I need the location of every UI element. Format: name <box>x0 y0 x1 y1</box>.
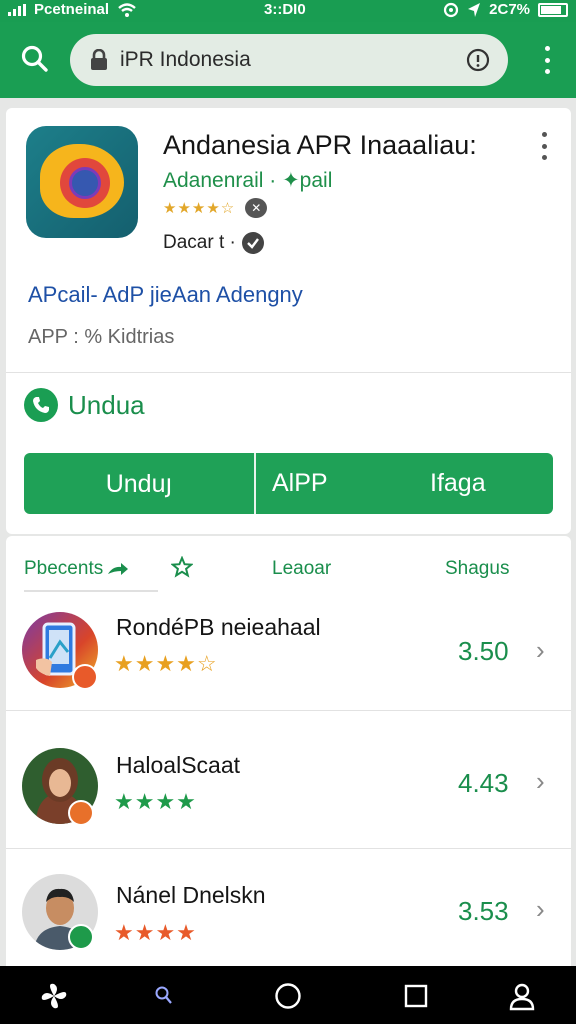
item-stars: ★★★★☆ <box>114 651 218 676</box>
app-logo <box>26 126 138 238</box>
divider <box>6 372 571 373</box>
browser-app-bar: iPR Indonesia <box>0 22 576 98</box>
carrier-name: Pcetneinal <box>34 1 110 18</box>
item-stars: ★★★★ <box>114 789 197 814</box>
star-outline-icon <box>171 556 193 578</box>
battery-percent: 2C7% <box>489 1 530 18</box>
tab-bar: Pbecents Leaoar Shagus <box>6 536 571 594</box>
status-left: Pcetneinal <box>8 1 137 18</box>
status-right: 2C7% <box>443 1 568 18</box>
sync-icon <box>444 2 459 17</box>
sub-label: Dacar t · <box>163 232 236 253</box>
divider <box>6 848 571 849</box>
age-badge-icon: ✕ <box>245 198 268 218</box>
item-name: Nánel Dnelskn <box>116 882 266 908</box>
url-bar[interactable]: iPR Indonesia <box>70 34 508 86</box>
square-recents-icon[interactable] <box>400 980 432 1012</box>
check-badge-icon <box>68 924 94 950</box>
tab-recent-label: Pbecents <box>24 558 104 579</box>
app-tagline[interactable]: APcail- AdP jieAan Adengny <box>28 282 303 308</box>
install-label-row: Undua <box>24 388 145 422</box>
signal-icon <box>8 3 26 16</box>
developer-link[interactable]: Adanenrail · ✦pail <box>163 168 332 193</box>
app-detail-card: Andanesia APR Inaaaliau: Adanenrail · ✦p… <box>6 108 571 534</box>
rating-row: ★★★★☆ ✕ <box>163 198 268 218</box>
tab-shares[interactable]: Shagus <box>445 558 509 580</box>
download-button[interactable]: Unduյ <box>24 453 256 514</box>
install-label: Undua <box>68 389 145 420</box>
check-icon <box>241 232 264 254</box>
status-time: 3::DI0 <box>264 1 306 18</box>
list-item[interactable]: RondéPB neieahaal ★★★★☆ 3.50 › <box>6 594 571 732</box>
app-meta: APP : % Kidtrias <box>28 326 175 348</box>
list-item[interactable]: HaloalScaat ★★★★ 4.43 › <box>6 732 571 870</box>
arrow-icon <box>108 563 129 575</box>
status-bar: Pcetneinal 3::DI0 2C7% <box>0 0 576 22</box>
share-button[interactable]: Ifaga <box>386 453 553 514</box>
chevron-right-icon[interactable]: › <box>536 635 545 666</box>
sub-row: Dacar t · <box>163 232 264 254</box>
tab-indicator <box>24 590 158 592</box>
chevron-right-icon[interactable]: › <box>536 894 545 925</box>
lock-icon <box>91 49 107 70</box>
tab-leaders[interactable]: Leaoar <box>272 558 331 580</box>
item-score: 3.53 <box>458 896 509 926</box>
phone-icon <box>24 388 58 422</box>
pinwheel-icon[interactable] <box>38 980 70 1012</box>
app-more-icon[interactable] <box>539 132 549 160</box>
item-score: 3.50 <box>458 636 509 666</box>
tab-favorites[interactable] <box>171 556 193 578</box>
item-name: RondéPB neieahaal <box>116 614 321 640</box>
wifi-icon <box>118 2 136 17</box>
action-button-group: Unduյ AlPP Ifaga <box>24 453 553 514</box>
app-button[interactable]: AlPP <box>256 453 386 514</box>
system-nav-bar <box>0 966 576 1024</box>
rating-stars: ★★★★☆ <box>163 200 236 217</box>
item-stars: ★★★★ <box>114 920 197 945</box>
avatar-badge-icon <box>72 664 98 690</box>
person-icon[interactable] <box>506 980 538 1012</box>
search-nav-icon[interactable] <box>148 980 180 1012</box>
battery-icon <box>538 2 568 17</box>
more-vert-icon[interactable] <box>542 42 552 78</box>
tab-recent[interactable]: Pbecents <box>24 558 129 580</box>
avatar-badge-icon <box>68 800 94 826</box>
divider <box>6 710 571 711</box>
chevron-right-icon[interactable]: › <box>536 766 545 797</box>
item-score: 4.43 <box>458 768 509 798</box>
item-name: HaloalScaat <box>116 752 241 778</box>
info-icon[interactable] <box>466 48 490 72</box>
location-icon <box>468 2 481 17</box>
search-button[interactable] <box>18 42 54 78</box>
app-list-card: Pbecents Leaoar Shagus RondéPB neieahaal… <box>6 536 571 976</box>
url-text: iPR Indonesia <box>120 48 251 71</box>
search-icon <box>21 45 48 72</box>
home-circle-icon[interactable] <box>272 980 304 1012</box>
app-title: Andanesia APR Inaaaliau: <box>163 130 477 160</box>
